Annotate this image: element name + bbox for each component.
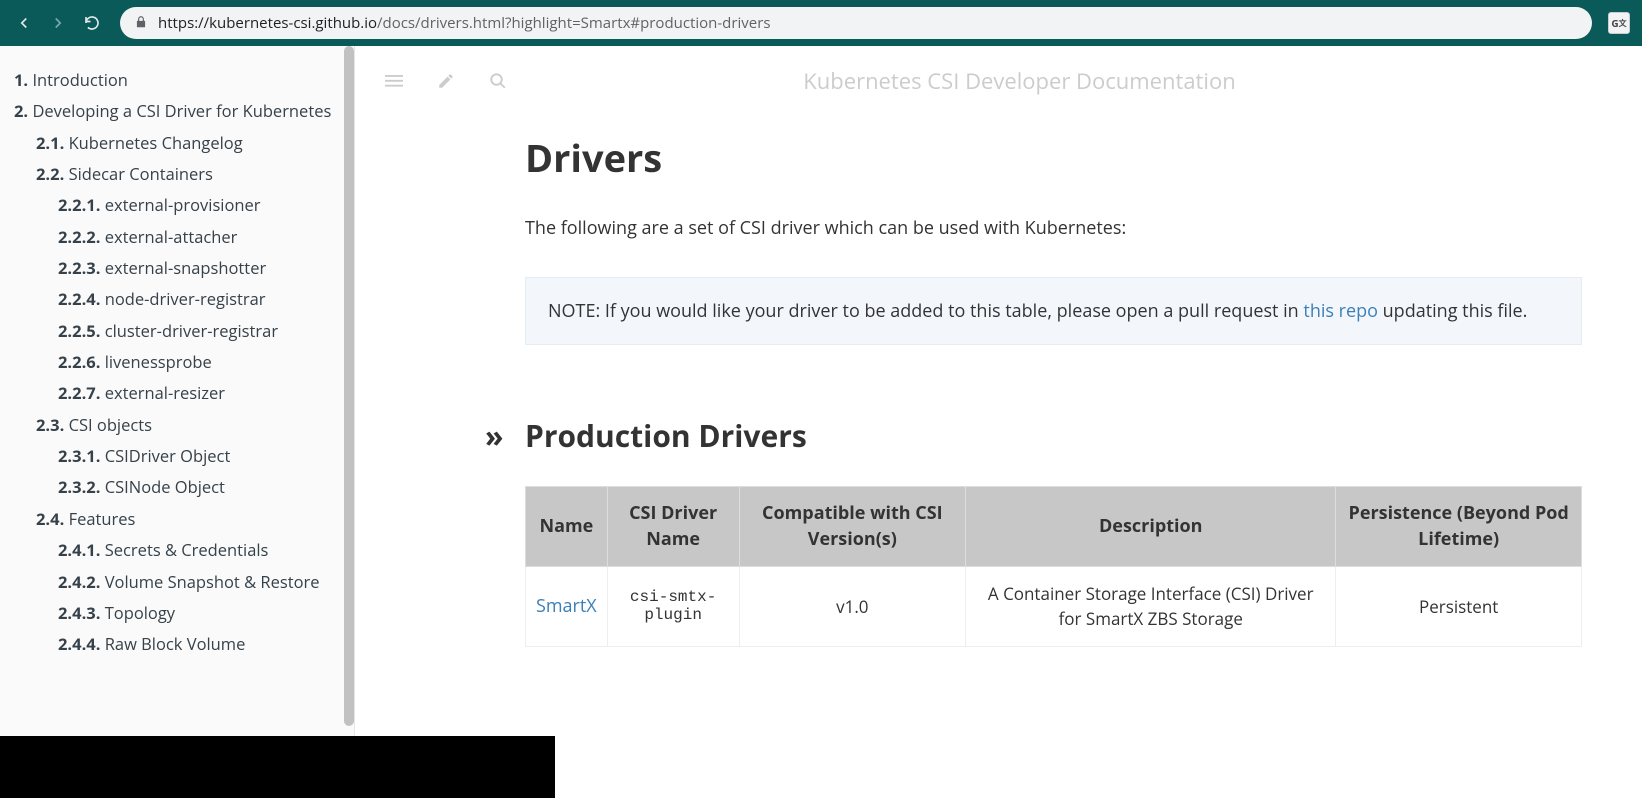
book-title[interactable]: Kubernetes CSI Developer Documentation xyxy=(507,66,1612,96)
table-header: Compatible with CSI Version(s) xyxy=(739,487,966,566)
note-repo-link[interactable]: this repo xyxy=(1303,299,1378,323)
toc-item[interactable]: 2.2.3. external-snapshotter xyxy=(58,252,354,283)
table-header: CSI Driver Name xyxy=(607,487,739,566)
driver-code: csi-smtx-plugin xyxy=(607,566,739,646)
table-header: Description xyxy=(966,487,1336,566)
toc-item[interactable]: 2.4.3. Topology xyxy=(58,597,354,628)
toc-item[interactable]: 2.2.4. node-driver-registrar xyxy=(58,283,354,314)
lock-icon xyxy=(134,12,148,34)
toc-item[interactable]: 2.3.1. CSIDriver Object xyxy=(58,440,354,471)
toc-item[interactable]: 2.2.6. livenessprobe xyxy=(58,346,354,377)
toc-item[interactable]: 2.3. CSI objects xyxy=(36,409,354,440)
driver-version: v1.0 xyxy=(739,566,966,646)
table-header: Persistence (Beyond Pod Lifetime) xyxy=(1336,487,1582,566)
driver-persistence: Persistent xyxy=(1336,566,1582,646)
drivers-table: NameCSI Driver NameCompatible with CSI V… xyxy=(525,486,1582,646)
toc-sidebar: 1. Introduction2. Developing a CSI Drive… xyxy=(0,46,355,798)
page-body: Drivers The following are a set of CSI d… xyxy=(355,102,1642,798)
reload-button[interactable] xyxy=(80,11,104,35)
toc-item[interactable]: 2.3.2. CSINode Object xyxy=(58,471,354,502)
sidebar-scrollbar[interactable] xyxy=(344,46,354,726)
page-title: Drivers xyxy=(525,132,1582,184)
url-text: https://kubernetes-csi.github.io/docs/dr… xyxy=(158,13,770,33)
anchor-icon[interactable]: » xyxy=(485,415,503,456)
table-header: Name xyxy=(526,487,608,566)
toc-item[interactable]: 2.2.2. external-attacher xyxy=(58,221,354,252)
toc-item[interactable]: 2. Developing a CSI Driver for Kubernete… xyxy=(14,95,354,126)
bottom-black-strip xyxy=(0,736,555,798)
toc-item[interactable]: 2.4.2. Volume Snapshot & Restore xyxy=(58,566,354,597)
toc-item[interactable]: 2.4. Features xyxy=(36,503,354,534)
toc-item[interactable]: 2.2.5. cluster-driver-registrar xyxy=(58,315,354,346)
forward-button[interactable] xyxy=(46,11,70,35)
note-text-prefix: NOTE: If you would like your driver to b… xyxy=(548,299,1303,323)
toc-item[interactable]: 2.2. Sidecar Containers xyxy=(36,158,354,189)
search-icon[interactable] xyxy=(489,72,507,90)
toc-item[interactable]: 2.4.1. Secrets & Credentials xyxy=(58,534,354,565)
toc-item[interactable]: 2.2.1. external-provisioner xyxy=(58,189,354,220)
toc-item[interactable]: 2.4.4. Raw Block Volume xyxy=(58,628,354,659)
toc-item[interactable]: 2.2.7. external-resizer xyxy=(58,377,354,408)
note-text-suffix: updating this file. xyxy=(1378,299,1527,323)
browser-toolbar: https://kubernetes-csi.github.io/docs/dr… xyxy=(0,0,1642,46)
intro-paragraph: The following are a set of CSI driver wh… xyxy=(525,214,1582,243)
book-header: Kubernetes CSI Developer Documentation xyxy=(355,46,1642,102)
hamburger-icon[interactable] xyxy=(385,72,403,90)
note-block: NOTE: If you would like your driver to b… xyxy=(525,277,1582,346)
toc-item[interactable]: 2.1. Kubernetes Changelog xyxy=(36,127,354,158)
address-bar[interactable]: https://kubernetes-csi.github.io/docs/dr… xyxy=(120,7,1592,39)
driver-desc: A Container Storage Interface (CSI) Driv… xyxy=(966,566,1336,646)
section-heading: » Production Drivers xyxy=(525,415,1582,456)
translate-extension-icon[interactable]: G文 xyxy=(1608,12,1630,34)
toc-item[interactable]: 1. Introduction xyxy=(14,64,354,95)
edit-icon[interactable] xyxy=(437,72,455,90)
driver-link[interactable]: SmartX xyxy=(536,594,597,618)
back-button[interactable] xyxy=(12,11,36,35)
table-row: SmartX csi-smtx-pluginv1.0A Container Sto… xyxy=(526,566,1582,646)
